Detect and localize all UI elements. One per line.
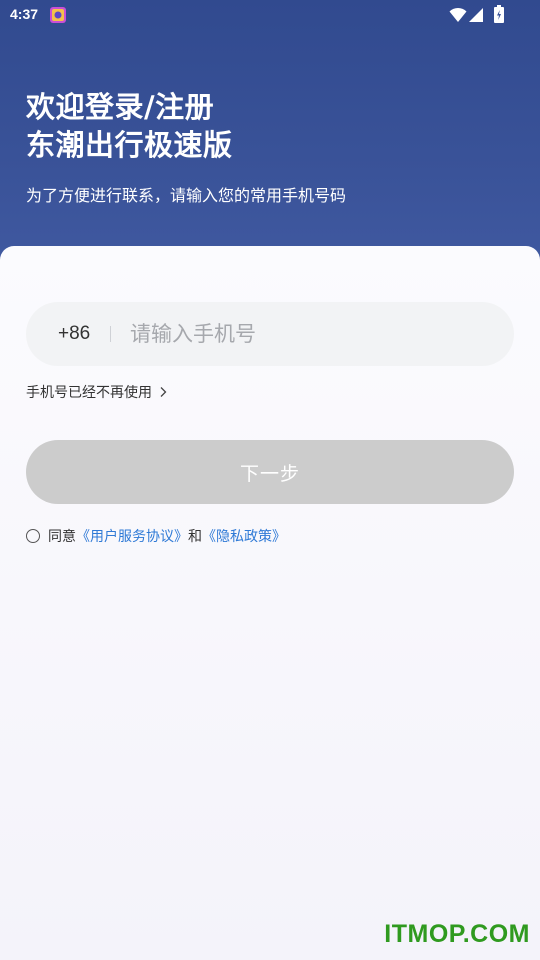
welcome-title-line2: 东潮出行极速版 bbox=[26, 128, 233, 162]
phone-number-input[interactable] bbox=[130, 302, 490, 366]
phone-no-longer-used-label: 手机号已经不再使用 bbox=[26, 385, 152, 401]
status-bar: 4:37 bbox=[0, 0, 540, 30]
site-watermark: ITMOP.COM bbox=[384, 920, 530, 948]
signal-icon bbox=[469, 8, 483, 22]
status-time: 4:37 bbox=[10, 6, 39, 22]
country-code-selector[interactable]: +86 bbox=[58, 302, 90, 366]
agreement-and: 和 bbox=[188, 529, 202, 545]
welcome-title-line1: 欢迎登录/注册 bbox=[26, 90, 215, 124]
privacy-policy-link[interactable]: 《隐私政策》 bbox=[202, 526, 286, 546]
chevron-right-icon bbox=[160, 387, 167, 397]
welcome-title: 欢迎登录/注册 东潮出行极速版 bbox=[26, 88, 506, 164]
agreement-row: 同意 《用户服务协议》 和 《隐私政策》 bbox=[26, 524, 286, 548]
user-agreement-link[interactable]: 《用户服务协议》 bbox=[76, 526, 188, 546]
agreement-radio[interactable] bbox=[26, 529, 40, 543]
wifi-icon bbox=[449, 7, 467, 22]
phone-input-divider bbox=[110, 326, 111, 342]
welcome-subtitle: 为了方便进行联系，请输入您的常用手机号码 bbox=[26, 186, 347, 205]
phone-no-longer-used-link[interactable]: 手机号已经不再使用 bbox=[26, 381, 168, 403]
next-step-button[interactable]: 下一步 bbox=[26, 440, 514, 504]
app-notification-icon bbox=[50, 7, 66, 23]
battery-icon bbox=[494, 5, 504, 23]
agreement-prefix: 同意 bbox=[48, 529, 76, 545]
phone-input-row: +86 bbox=[26, 302, 514, 366]
